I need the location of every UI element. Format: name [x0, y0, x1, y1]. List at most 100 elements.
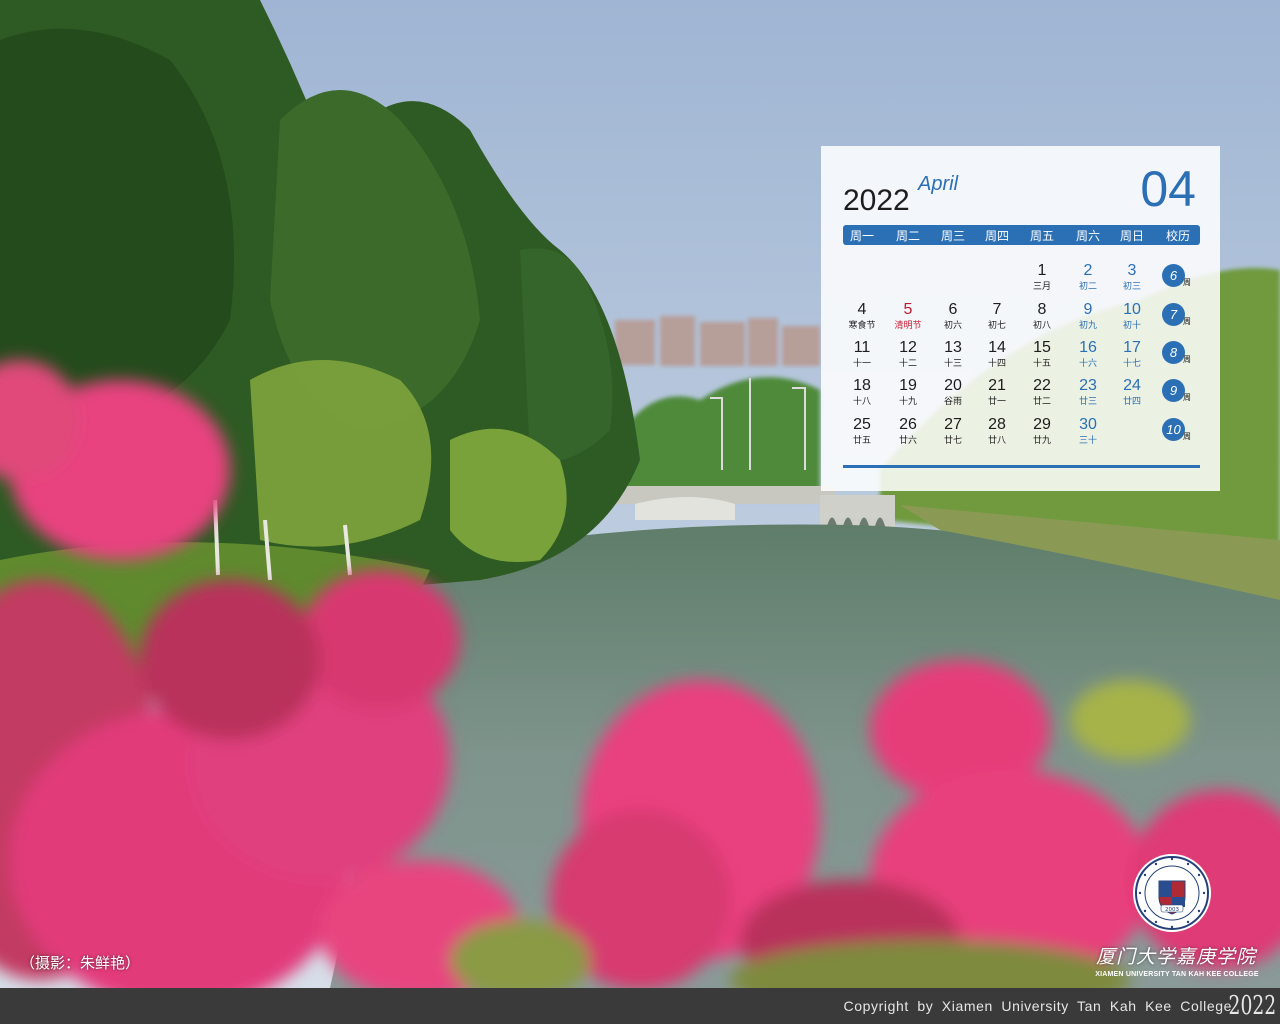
weekday-header-5: 周六 [1075, 229, 1101, 243]
lunar-date: 初二 [1078, 281, 1098, 291]
calendar-day: 30 三十 [1079, 416, 1097, 446]
day-number: 1 [1037, 262, 1047, 279]
day-number: 23 [1079, 377, 1097, 394]
weekday-header-3: 周四 [984, 229, 1010, 243]
calendar-day: 11 十一 [853, 339, 871, 369]
lunar-date: 十八 [852, 396, 872, 406]
weekday-header-7: 校历 [1165, 229, 1191, 243]
school-week-number: 8 [1162, 341, 1185, 364]
calendar-weekday-header: 周一 周二 周三 周四 周五 周六 周日 校历 [843, 225, 1200, 245]
school-week-suffix: 周 [1183, 393, 1191, 402]
day-number: 26 [899, 416, 917, 433]
lunar-date: 十九 [898, 396, 918, 406]
lunar-date: 寒食节 [848, 320, 876, 330]
day-number: 25 [853, 416, 871, 433]
day-number: 17 [1123, 339, 1141, 356]
day-number: 30 [1079, 416, 1097, 433]
calendar-day: 23 廿三 [1079, 377, 1097, 407]
day-number: 5 [903, 301, 913, 318]
weekday-header-2: 周三 [940, 229, 966, 243]
calendar-day: 18 十八 [853, 377, 871, 407]
calendar-month-number: 04 [1140, 161, 1196, 217]
calendar-year: 2022 [843, 184, 910, 217]
lunar-date: 初八 [1032, 320, 1052, 330]
lunar-date: 清明节 [894, 320, 922, 330]
lunar-date: 廿八 [987, 435, 1007, 445]
day-number: 4 [857, 301, 867, 318]
day-number: 8 [1037, 301, 1047, 318]
day-number: 19 [899, 377, 917, 394]
calendar-day: 8 初八 [1033, 301, 1051, 331]
calendar-day: 4 寒食节 [848, 301, 875, 331]
calendar-day: 17 十七 [1123, 339, 1141, 369]
lunar-date: 廿一 [987, 396, 1007, 406]
day-number: 22 [1033, 377, 1051, 394]
lunar-date: 十三 [943, 358, 963, 368]
calendar-day: 6 初六 [944, 301, 962, 331]
calendar-day: 29 廿九 [1033, 416, 1051, 446]
school-week-number: 7 [1162, 303, 1185, 326]
calendar-day: 19 十九 [899, 377, 917, 407]
calendar-month-english: April [918, 173, 959, 195]
day-number: 27 [944, 416, 962, 433]
day-number: 14 [988, 339, 1006, 356]
lunar-date: 十一 [852, 358, 872, 368]
calendar-day: 22 廿二 [1033, 377, 1051, 407]
weekday-header-4: 周五 [1029, 229, 1055, 243]
college-seal-icon: 2003 [1133, 854, 1211, 932]
day-number: 18 [853, 377, 871, 394]
lunar-date: 廿六 [898, 435, 918, 445]
footer-bar: Copyright by Xiamen University Tan Kah K… [0, 988, 1280, 1024]
calendar-day: 10 初十 [1123, 301, 1141, 331]
calendar-day: 27 廿七 [944, 416, 962, 446]
day-number: 7 [992, 301, 1002, 318]
day-number: 3 [1127, 262, 1137, 279]
lunar-date: 三十 [1078, 435, 1098, 445]
school-week-number: 6 [1162, 264, 1185, 287]
calendar-day: 16 十六 [1079, 339, 1097, 369]
calendar-day: 15 十五 [1033, 339, 1051, 369]
day-number: 10 [1123, 301, 1141, 318]
lunar-date: 廿四 [1122, 396, 1142, 406]
school-week-suffix: 周 [1183, 355, 1191, 364]
school-week-suffix: 周 [1183, 432, 1191, 441]
footer-year: 2022 [1228, 991, 1276, 1021]
calendar-day: 25 廿五 [853, 416, 871, 446]
day-number: 21 [988, 377, 1006, 394]
lunar-date: 初十 [1122, 320, 1142, 330]
day-number: 13 [944, 339, 962, 356]
lunar-date: 十二 [898, 358, 918, 368]
photo-credit: （摄影：朱鲜艳） [20, 955, 141, 972]
lunar-date: 十六 [1078, 358, 1098, 368]
lunar-date: 初九 [1078, 320, 1098, 330]
school-week-suffix: 周 [1183, 317, 1191, 326]
school-week-number: 9 [1162, 379, 1185, 402]
school-week-suffix: 周 [1183, 278, 1191, 287]
weekday-header-6: 周日 [1119, 229, 1145, 243]
lunar-date: 廿二 [1032, 396, 1052, 406]
day-number: 16 [1079, 339, 1097, 356]
lunar-date: 三月 [1032, 281, 1052, 291]
calendar-card: 2022 April 04 周一 周二 周三 周四 周五 周六 周日 校历 1 三月 2 初二 3 初三… [821, 146, 1220, 491]
calendar-day: 7 初七 [988, 301, 1006, 331]
calendar-day: 21 廿一 [988, 377, 1006, 407]
day-number: 6 [948, 301, 958, 318]
lunar-date: 十四 [987, 358, 1007, 368]
calendar-day: 26 廿六 [899, 416, 917, 446]
calendar-day: 5 清明节 [894, 301, 921, 331]
seal-year: 2003 [1165, 907, 1179, 913]
copyright-text: Copyright by Xiamen University Tan Kah K… [843, 998, 1232, 1014]
lunar-date: 廿七 [943, 435, 963, 445]
college-name-chinese: 厦门大学嘉庚学院 [1095, 946, 1256, 968]
day-number: 9 [1083, 301, 1093, 318]
lunar-date: 廿三 [1078, 396, 1098, 406]
lunar-date: 初三 [1122, 281, 1142, 291]
calendar-day: 28 廿八 [988, 416, 1006, 446]
lunar-date: 十五 [1032, 358, 1052, 368]
day-number: 24 [1123, 377, 1141, 394]
lunar-date: 廿五 [852, 435, 872, 445]
day-number: 29 [1033, 416, 1051, 433]
day-number: 28 [988, 416, 1006, 433]
calendar-day: 13 十三 [944, 339, 962, 369]
calendar-day: 24 廿四 [1123, 377, 1141, 407]
